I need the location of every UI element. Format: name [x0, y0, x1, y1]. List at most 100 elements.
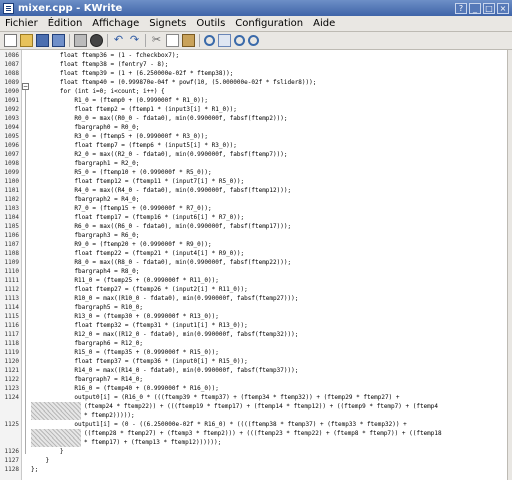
code-line[interactable]: 1119 R15_0 = (ftemp35 + (0.999000f * R15…	[0, 348, 512, 357]
code-line[interactable]: 1109 R8_0 = max((R8_0 - fdata0), min(0.9…	[0, 258, 512, 267]
code-text: R3_0 = (ftemp5 + (0.999000f * R3_0));	[31, 133, 209, 140]
code-line[interactable]: 1110 fbargraph4 = R8_0;	[0, 267, 512, 276]
word-wrap-marker	[31, 429, 81, 438]
code-line[interactable]: 1120 float ftemp37 = (ftemp36 * (input0[…	[0, 357, 512, 366]
open-file-icon[interactable]	[20, 34, 33, 47]
code-line[interactable]: 1117 R12_0 = max((R12_0 - fdata0), min(0…	[0, 330, 512, 339]
line-number: 1090	[4, 88, 19, 95]
code-text: * ftemp2)))));	[84, 412, 135, 419]
line-number: 1103	[4, 205, 19, 212]
code-text: float ftemp32 = (ftemp31 * (input1[i] * …	[31, 322, 248, 329]
code-line[interactable]: 1115 R13_0 = (ftemp30 + (0.999000f * R13…	[0, 312, 512, 321]
copy-icon[interactable]	[166, 34, 179, 47]
close-window-button[interactable]: ×	[497, 2, 509, 14]
code-line[interactable]: 1105 R6_0 = max((R6_0 - fdata0), min(0.9…	[0, 222, 512, 231]
code-line[interactable]: 1103 R7_0 = (ftemp15 + (0.999000f * R7_0…	[0, 204, 512, 213]
kwrite-app-icon[interactable]	[3, 2, 14, 14]
code-line[interactable]: 1106 fbargraph3 = R6_0;	[0, 231, 512, 240]
paste-icon[interactable]	[182, 34, 195, 47]
menu-configuration[interactable]: Configuration	[230, 18, 308, 29]
line-number: 1099	[4, 169, 19, 176]
code-line-wrapped[interactable]: * ftemp2)))));	[0, 411, 512, 420]
code-line-wrapped[interactable]: * ftemp17) + (ftemp13 * ftemp12))))));	[0, 438, 512, 447]
code-line[interactable]: 1100 float ftemp12 = (ftemp11 * (input7[…	[0, 177, 512, 186]
line-number: 1115	[4, 313, 19, 320]
line-number: 1095	[4, 133, 19, 140]
line-number: 1101	[4, 187, 19, 194]
code-line[interactable]: 1121 R14_0 = max((R14_0 - fdata0), min(0…	[0, 366, 512, 375]
menu-signets[interactable]: Signets	[144, 18, 191, 29]
line-number: 1128	[4, 466, 19, 473]
menu-outils[interactable]: Outils	[191, 18, 230, 29]
menu-fichier[interactable]: Fichier	[0, 18, 43, 29]
code-text: R16_0 = (ftemp40 + (0.999000f * R16_0));	[31, 385, 219, 392]
code-line[interactable]: 1089 float ftemp40 = (0.999870e-04f * po…	[0, 78, 512, 87]
code-line[interactable]: 1092 float ftemp2 = (ftemp1 * (input3[i]…	[0, 105, 512, 114]
vertical-scrollbar[interactable]	[507, 50, 512, 480]
code-line[interactable]: 1090 for (int i=0; i<count; i++) {	[0, 87, 512, 96]
zoom-in-icon[interactable]	[234, 35, 245, 46]
save-as-icon[interactable]	[52, 34, 65, 47]
code-line[interactable]: 1102 fbargraph2 = R4_0;	[0, 195, 512, 204]
title-bar[interactable]: mixer.cpp - KWrite ? _ □ ×	[0, 0, 512, 16]
code-line[interactable]: 1107 R9_0 = (ftemp20 + (0.999000f * R9_0…	[0, 240, 512, 249]
code-line[interactable]: 1114 fbargraph5 = R10_0;	[0, 303, 512, 312]
code-line[interactable]: 1104 float ftemp17 = (ftemp16 * (input6[…	[0, 213, 512, 222]
zoom-out-icon[interactable]	[248, 35, 259, 46]
maximize-button[interactable]: □	[483, 2, 495, 14]
code-line[interactable]: 1124 output0[i] = (R16_0 * (((ftemp39 * …	[0, 393, 512, 402]
code-line[interactable]: 1087 float ftemp38 = (fentry7 - 8);	[0, 60, 512, 69]
find-next-icon[interactable]	[218, 34, 231, 47]
line-number: 1091	[4, 97, 19, 104]
code-line-wrapped[interactable]: ((ftemp28 * ftemp27) + (ftemp3 * ftemp2)…	[0, 429, 512, 438]
code-line[interactable]: 1125 output1[i] = (0 - ((6.250000e-02f *…	[0, 420, 512, 429]
code-line[interactable]: 1123 R16_0 = (ftemp40 + (0.999000f * R16…	[0, 384, 512, 393]
menu-aide[interactable]: Aide	[308, 18, 340, 29]
code-line[interactable]: 1091 R1_0 = (ftemp0 + (0.999000f * R1_0)…	[0, 96, 512, 105]
code-line[interactable]: 1101 R4_0 = max((R4_0 - fdata0), min(0.9…	[0, 186, 512, 195]
help-window-button[interactable]: ?	[455, 2, 467, 14]
code-line[interactable]: 1113 R10_0 = max((R10_0 - fdata0), min(0…	[0, 294, 512, 303]
redo-icon[interactable]: ↷	[128, 34, 141, 47]
code-line[interactable]: 1094 fbargraph0 = R0_0;	[0, 123, 512, 132]
undo-icon[interactable]: ↶	[112, 34, 125, 47]
code-line[interactable]: 1093 R0_0 = max((R0_0 - fdata0), min(0.9…	[0, 114, 512, 123]
code-line[interactable]: 1097 R2_0 = max((R2_0 - fdata0), min(0.9…	[0, 150, 512, 159]
line-number: 1094	[4, 124, 19, 131]
code-line[interactable]: 1095 R3_0 = (ftemp5 + (0.999000f * R3_0)…	[0, 132, 512, 141]
line-number: 1089	[4, 79, 19, 86]
code-line[interactable]: 1122 fbargraph7 = R14_0;	[0, 375, 512, 384]
menu-edition[interactable]: Édition	[43, 18, 88, 29]
menu-affichage[interactable]: Affichage	[87, 18, 144, 29]
code-text: float ftemp22 = (ftemp21 * (input4[i] * …	[31, 250, 245, 257]
code-line[interactable]: 1096 float ftemp7 = (ftemp6 * (input5[i]…	[0, 141, 512, 150]
line-number: 1127	[4, 457, 19, 464]
word-wrap-marker	[31, 402, 81, 411]
code-line[interactable]: 1112 float ftemp27 = (ftemp26 * (input2[…	[0, 285, 512, 294]
code-line-wrapped[interactable]: (ftemp24 * ftemp22)) + (((ftemp19 * ftem…	[0, 402, 512, 411]
code-text: fbargraph3 = R6_0;	[31, 232, 140, 239]
minimize-button[interactable]: _	[469, 2, 481, 14]
close-file-icon[interactable]	[90, 34, 103, 47]
print-icon[interactable]	[74, 34, 87, 47]
find-icon[interactable]	[204, 35, 215, 46]
code-line[interactable]: 1099 R5_0 = (ftemp10 + (0.999000f * R5_0…	[0, 168, 512, 177]
line-number: 1093	[4, 115, 19, 122]
code-line[interactable]: 1098 fbargraph1 = R2_0;	[0, 159, 512, 168]
line-number: 1118	[4, 340, 19, 347]
code-line[interactable]: 1128};	[0, 465, 512, 474]
code-text: output1[i] = (0 - ((6.250000e-02f * R16_…	[31, 421, 407, 428]
code-line[interactable]: 1118 fbargraph6 = R12_0;	[0, 339, 512, 348]
code-line[interactable]: 1086 float ftemp36 = (1 - fcheckbox7);	[0, 51, 512, 60]
code-editor[interactable]: − 1086 float ftemp36 = (1 - fcheckbox7);…	[0, 50, 512, 480]
code-line[interactable]: 1116 float ftemp32 = (ftemp31 * (input1[…	[0, 321, 512, 330]
new-file-icon[interactable]	[4, 34, 17, 47]
code-line[interactable]: 1127 }	[0, 456, 512, 465]
code-text: R11_0 = (ftemp25 + (0.999000f * R11_0));	[31, 277, 219, 284]
code-line[interactable]: 1088 float ftemp39 = (1 + (6.250000e-02f…	[0, 69, 512, 78]
save-icon[interactable]	[36, 34, 49, 47]
code-line[interactable]: 1126 }	[0, 447, 512, 456]
code-line[interactable]: 1108 float ftemp22 = (ftemp21 * (input4[…	[0, 249, 512, 258]
code-line[interactable]: 1111 R11_0 = (ftemp25 + (0.999000f * R11…	[0, 276, 512, 285]
cut-icon[interactable]: ✂	[150, 34, 163, 47]
